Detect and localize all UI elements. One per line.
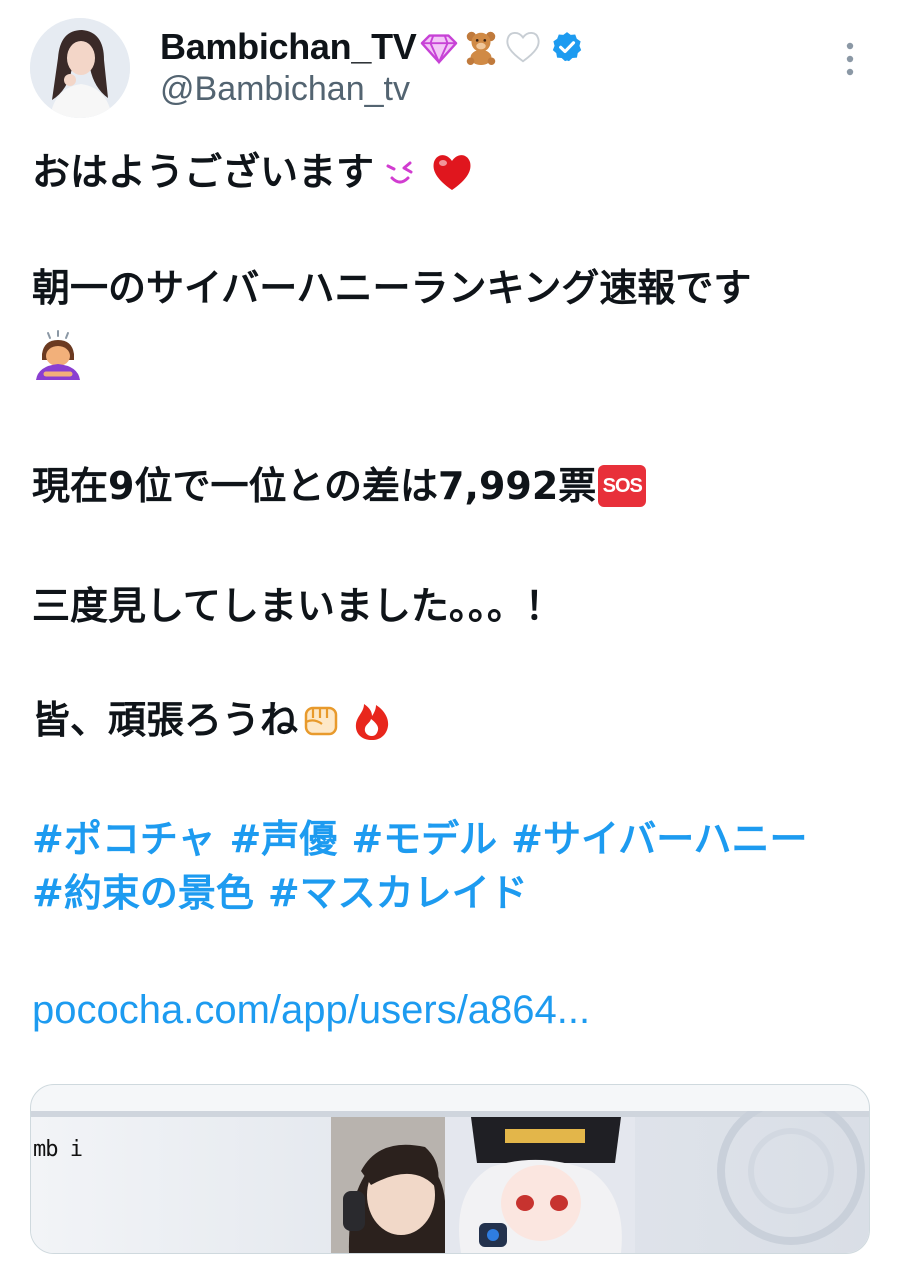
wink-face-icon bbox=[380, 150, 424, 194]
tweet: Bambichan_TV @Bambichan_tv おはようございます 朝一の… bbox=[0, 0, 900, 1273]
user-handle[interactable]: @Bambichan_tv bbox=[160, 70, 410, 109]
white-heart-icon bbox=[504, 28, 542, 66]
tweet-line-4: 三度見してしまいました。。。！ bbox=[32, 582, 563, 630]
link-preview-card[interactable]: mb i bbox=[30, 1084, 870, 1254]
tweet-line-2-emoji bbox=[32, 330, 84, 382]
teddy-bear-icon bbox=[462, 28, 500, 66]
tweet-line-2: 朝一のサイバーハニーランキング速報です bbox=[32, 264, 751, 312]
display-name[interactable]: Bambichan_TV bbox=[160, 26, 417, 68]
hashtag-link[interactable]: #サイバーハニー bbox=[511, 817, 807, 861]
hashtag-link[interactable]: #マスカレイド bbox=[268, 871, 528, 915]
tweet-text: おはようございます bbox=[32, 150, 375, 194]
avatar[interactable] bbox=[30, 18, 130, 118]
external-link[interactable]: pococha.com/app/users/a864... bbox=[32, 988, 590, 1033]
more-options-icon[interactable] bbox=[838, 40, 862, 80]
card-caption: mb i bbox=[33, 1137, 83, 1162]
hashtag-link[interactable]: #ポコチャ bbox=[32, 817, 215, 861]
red-heart-icon bbox=[430, 150, 474, 194]
card-image bbox=[31, 1111, 869, 1253]
tweet-line-1: おはようございます bbox=[32, 148, 474, 196]
hashtags: #ポコチャ #声優 #モデル #サイバーハニー #約束の景色 #マスカレイド bbox=[32, 812, 882, 920]
tweet-text: 朝一のサイバーハニーランキング速報です bbox=[32, 266, 752, 310]
bowing-woman-icon bbox=[32, 330, 84, 382]
hashtag-link[interactable]: #約束の景色 bbox=[32, 871, 254, 915]
tweet-text: 皆、頑張ろうね bbox=[32, 698, 299, 742]
tweet-line-3: 現在9位で一位との差は7,992票 SOS bbox=[32, 462, 647, 510]
tweet-text: 現在9位で一位との差は7,992票 bbox=[32, 464, 597, 508]
hashtag-link[interactable]: #モデル bbox=[351, 817, 497, 861]
fire-icon bbox=[350, 698, 394, 742]
verified-badge-icon[interactable] bbox=[550, 30, 584, 64]
raised-fist-icon bbox=[300, 698, 344, 742]
gem-icon bbox=[420, 28, 458, 66]
tweet-text: 三度見してしまいました。。。！ bbox=[32, 584, 563, 628]
name-row: Bambichan_TV bbox=[160, 22, 584, 72]
tweet-line-5: 皆、頑張ろうね bbox=[32, 696, 394, 744]
sos-icon: SOS bbox=[598, 465, 647, 507]
hashtag-link[interactable]: #声優 bbox=[229, 817, 337, 861]
